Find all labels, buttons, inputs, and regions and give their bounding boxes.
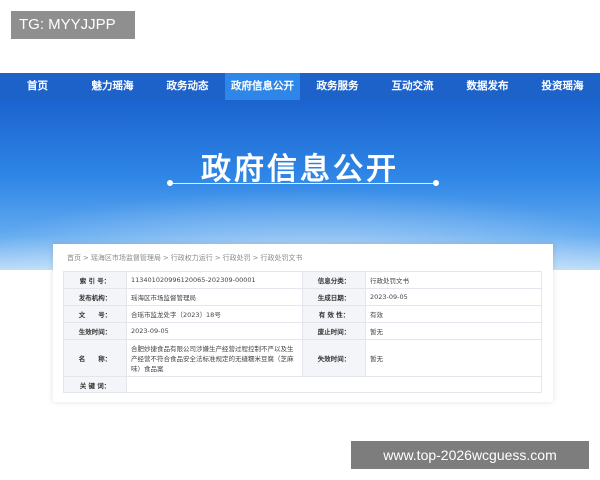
breadcrumb-separator: > [162,254,169,262]
breadcrumb-home[interactable]: 首页 [67,254,81,262]
publisher-label: 发布机构： [63,288,127,306]
nav-item-data-release[interactable]: 数据发布 [450,73,525,100]
validity-label: 有 效 性： [302,305,366,323]
name-value: 合肥妙捷食品有限公司涉嫌生产经营过程控制不严以及生产经营不符合食品安全法标准规定… [126,339,303,377]
nav-item-interaction[interactable]: 互动交流 [375,73,450,100]
keywords-value [126,376,542,393]
main-nav: 首页 魅力瑶海 政务动态 政府信息公开 政务服务 互动交流 数据发布 投资瑶海 [0,73,600,100]
breadcrumb-separator: > [214,254,221,262]
effective-date-label: 生效时间： [63,322,127,340]
nav-item-gov-services[interactable]: 政务服务 [300,73,375,100]
nav-item-gov-info-disclosure[interactable]: 政府信息公开 [225,73,300,100]
validity-value: 有效 [365,305,542,323]
publisher-value: 瑶海区市场监督管理局 [126,288,303,306]
banner-underline [170,183,436,184]
repeal-date-value: 暂无 [365,322,542,340]
effective-date-value: 2023-09-05 [126,322,303,340]
page: TG: MYYJJPP 首页 魅力瑶海 政务动态 政府信息公开 政务服务 互动交… [0,0,600,480]
invalid-date-value: 暂无 [365,339,542,377]
table-row: 文 号： 合瑶市监龙处字〔2023〕18号 有 效 性： 有效 [63,305,542,323]
table-row: 关 键 词： [63,376,542,393]
table-row: 名 称： 合肥妙捷食品有限公司涉嫌生产经营过程控制不严以及生产经营不符合食品安全… [63,339,542,377]
repeal-date-label: 废止时间： [302,322,366,340]
index-no-value: 113401020996120065-202309-00001 [126,271,303,289]
info-card: 首页 > 瑶海区市场监督管理局 > 行政权力运行 > 行政处罚 > 行政处罚文书 索 引 号： … [53,244,553,402]
breadcrumb-bureau[interactable]: 瑶海区市场监督管理局 [91,254,161,262]
banner-dot-left [167,180,173,186]
index-no-label: 索 引 号： [63,271,127,289]
breadcrumb-separator: > [83,254,89,262]
doc-no-label: 文 号： [63,305,127,323]
keywords-label: 关 键 词： [63,376,127,393]
watermark-url: www.top-2026wcguess.com [351,441,589,469]
created-date-label: 生成日期： [302,288,366,306]
invalid-date-label: 失效时间： [302,339,366,377]
name-label: 名 称： [63,339,127,377]
nav-item-home[interactable]: 首页 [0,73,75,100]
nav-item-gov-news[interactable]: 政务动态 [150,73,225,100]
created-date-value: 2023-09-05 [365,288,542,306]
table-row: 生效时间： 2023-09-05 废止时间： 暂无 [63,322,542,340]
category-value: 行政处罚文书 [365,271,542,289]
breadcrumb-penalty-docs[interactable]: 行政处罚文书 [261,254,303,262]
table-row: 发布机构： 瑶海区市场监督管理局 生成日期： 2023-09-05 [63,288,542,306]
nav-item-charm-yaohai[interactable]: 魅力瑶海 [75,73,150,100]
category-label: 信息分类： [302,271,366,289]
breadcrumb-admin-power[interactable]: 行政权力运行 [171,254,213,262]
nav-item-invest-yaohai[interactable]: 投资瑶海 [525,73,600,100]
table-row: 索 引 号： 113401020996120065-202309-00001 信… [63,271,542,289]
breadcrumb-separator: > [252,254,259,262]
breadcrumb-admin-penalty[interactable]: 行政处罚 [223,254,251,262]
tg-overlay-badge: TG: MYYJJPP [11,11,135,39]
banner-dot-right [433,180,439,186]
breadcrumb: 首页 > 瑶海区市场监督管理局 > 行政权力运行 > 行政处罚 > 行政处罚文书 [67,253,303,263]
banner-title: 政府信息公开 [201,152,399,187]
info-table: 索 引 号： 113401020996120065-202309-00001 信… [63,271,542,393]
doc-no-value: 合瑶市监龙处字〔2023〕18号 [126,305,303,323]
